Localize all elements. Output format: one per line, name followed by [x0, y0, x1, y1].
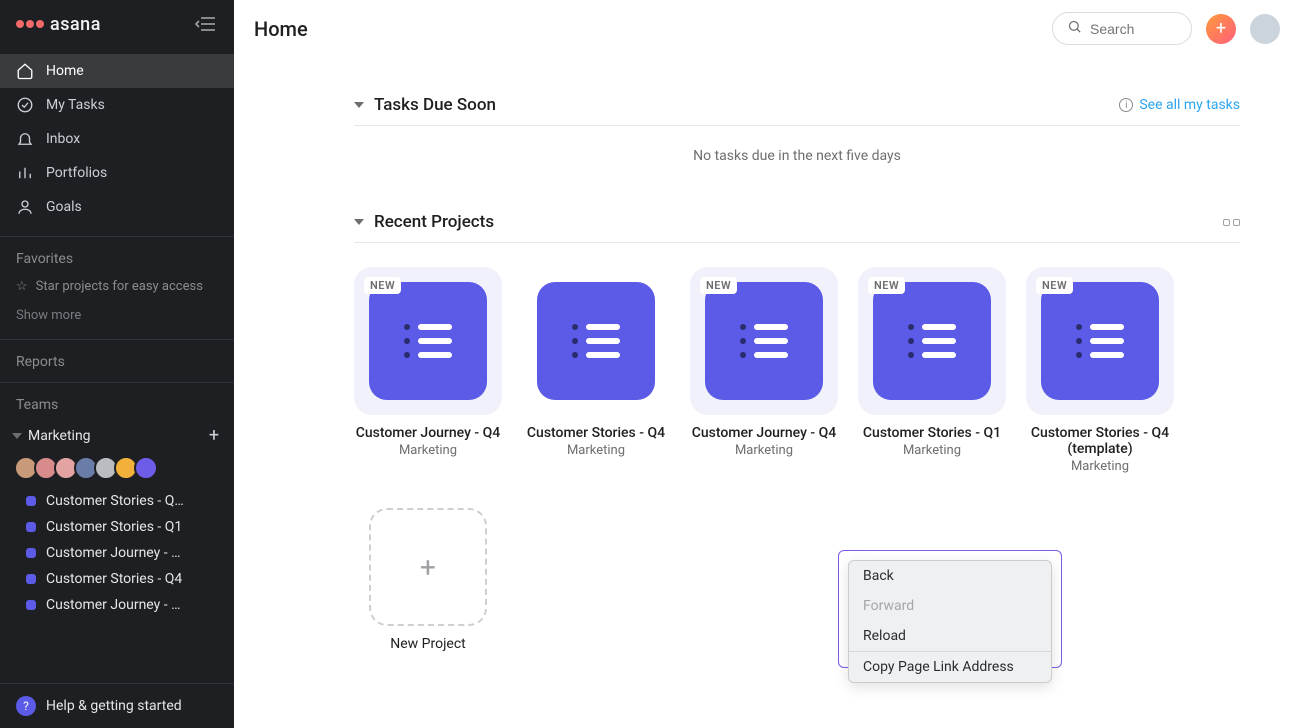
show-more-link[interactable]: Show more: [0, 300, 234, 333]
project-card[interactable]: NEW Customer Stories - Q4 (template) Mar…: [1026, 267, 1174, 474]
ctx-copy-link[interactable]: Copy Page Link Address: [849, 652, 1051, 682]
avatar[interactable]: [134, 456, 158, 480]
bell-icon: [16, 130, 34, 148]
plus-icon: +: [1216, 18, 1226, 39]
new-project-box: +: [369, 508, 487, 626]
nav-goals[interactable]: Goals: [0, 190, 234, 224]
ctx-reload[interactable]: Reload: [849, 621, 1051, 651]
see-all-tasks-link[interactable]: i See all my tasks: [1119, 97, 1240, 113]
person-icon: [16, 198, 34, 216]
project-tile-icon: [369, 282, 487, 400]
team-avatars: [0, 452, 234, 488]
tasks-due-title: Tasks Due Soon: [374, 95, 496, 115]
plus-icon: +: [420, 551, 436, 584]
project-subtitle: Marketing: [1071, 459, 1129, 474]
new-project-card[interactable]: + New Project: [354, 508, 502, 652]
search-input[interactable]: [1090, 21, 1170, 37]
create-button[interactable]: +: [1206, 14, 1236, 44]
add-team-button[interactable]: +: [204, 425, 224, 446]
home-icon: [16, 62, 34, 80]
tasks-empty-state: No tasks due in the next five days: [354, 126, 1240, 164]
new-badge: NEW: [700, 277, 737, 294]
nav-portfolios-label: Portfolios: [46, 165, 107, 181]
project-color-icon: [26, 522, 36, 532]
project-tile-icon: [705, 282, 823, 400]
check-circle-icon: [16, 96, 34, 114]
collapse-sidebar-icon[interactable]: [194, 12, 218, 36]
sidebar-project[interactable]: Customer Journey - …: [0, 592, 234, 618]
team-marketing[interactable]: Marketing: [12, 428, 91, 444]
context-menu: Back Forward Reload Copy Page Link Addre…: [848, 560, 1052, 683]
sidebar-project[interactable]: Customer Journey - …: [0, 540, 234, 566]
project-subtitle: Marketing: [903, 443, 961, 458]
project-card[interactable]: Customer Stories - Q4 Marketing: [522, 267, 670, 474]
project-title: Customer Stories - Q4 (template): [1026, 425, 1174, 457]
teams-label: Teams: [0, 383, 234, 419]
new-project-label: New Project: [390, 636, 466, 652]
new-badge: NEW: [868, 277, 905, 294]
tasks-due-header: Tasks Due Soon i See all my tasks: [354, 87, 1240, 126]
new-badge: NEW: [364, 277, 401, 294]
logo-icon: [16, 20, 44, 28]
chevron-down-icon[interactable]: [354, 102, 364, 108]
sidebar: asana Home My Tasks Inbox Portfolios: [0, 0, 234, 728]
project-title: Customer Stories - Q4: [527, 425, 665, 441]
sidebar-project[interactable]: Customer Stories - Q4: [0, 566, 234, 592]
help-icon: ?: [16, 696, 36, 716]
search-box[interactable]: [1052, 12, 1192, 45]
project-card[interactable]: NEW Customer Journey - Q4 Marketing: [690, 267, 838, 474]
header: Home +: [234, 0, 1300, 57]
info-icon: i: [1119, 98, 1133, 112]
nav-inbox[interactable]: Inbox: [0, 122, 234, 156]
reports-label[interactable]: Reports: [0, 340, 234, 376]
project-tile-icon: [537, 282, 655, 400]
favorites-label: Favorites: [0, 237, 234, 273]
search-icon: [1067, 19, 1082, 38]
project-subtitle: Marketing: [567, 443, 625, 458]
grid-view-icon[interactable]: [1223, 219, 1240, 226]
nav-my-tasks[interactable]: My Tasks: [0, 88, 234, 122]
ctx-forward: Forward: [849, 591, 1051, 621]
nav-home[interactable]: Home: [0, 54, 234, 88]
bars-icon: [16, 164, 34, 182]
project-card[interactable]: NEW Customer Journey - Q4 Marketing: [354, 267, 502, 474]
nav-goals-label: Goals: [46, 199, 82, 215]
projects-grid: NEW Customer Journey - Q4 Marketing: [354, 243, 1240, 474]
sidebar-project[interactable]: Customer Stories - Q…: [0, 488, 234, 514]
recent-projects-header: Recent Projects: [354, 204, 1240, 243]
brand-name: asana: [50, 14, 101, 35]
help-link[interactable]: ? Help & getting started: [0, 683, 234, 728]
main: Home + Tasks Due Soon i See all my tasks: [234, 0, 1300, 728]
project-color-icon: [26, 600, 36, 610]
project-subtitle: Marketing: [399, 443, 457, 458]
nav-inbox-label: Inbox: [46, 131, 80, 147]
project-tile-icon: [1041, 282, 1159, 400]
project-color-icon: [26, 548, 36, 558]
sidebar-project[interactable]: Customer Stories - Q1: [0, 514, 234, 540]
project-card[interactable]: NEW Customer Stories - Q1 Marketing: [858, 267, 1006, 474]
user-avatar[interactable]: [1250, 14, 1280, 44]
nav-portfolios[interactable]: Portfolios: [0, 156, 234, 190]
project-title: Customer Stories - Q1: [863, 425, 1001, 441]
project-color-icon: [26, 496, 36, 506]
brand-logo[interactable]: asana: [16, 14, 101, 35]
chevron-down-icon: [12, 433, 22, 439]
main-nav: Home My Tasks Inbox Portfolios Goals: [0, 46, 234, 230]
star-icon: ☆: [16, 279, 28, 294]
nav-home-label: Home: [46, 63, 84, 79]
new-badge: NEW: [1036, 277, 1073, 294]
ctx-back[interactable]: Back: [849, 561, 1051, 591]
project-subtitle: Marketing: [735, 443, 793, 458]
project-title: Customer Journey - Q4: [692, 425, 837, 441]
project-title: Customer Journey - Q4: [356, 425, 501, 441]
recent-projects-title: Recent Projects: [374, 212, 494, 232]
favorites-hint[interactable]: ☆ Star projects for easy access: [0, 273, 234, 300]
page-title: Home: [254, 17, 308, 41]
nav-my-tasks-label: My Tasks: [46, 97, 105, 113]
project-tile-icon: [873, 282, 991, 400]
chevron-down-icon[interactable]: [354, 219, 364, 225]
project-color-icon: [26, 574, 36, 584]
